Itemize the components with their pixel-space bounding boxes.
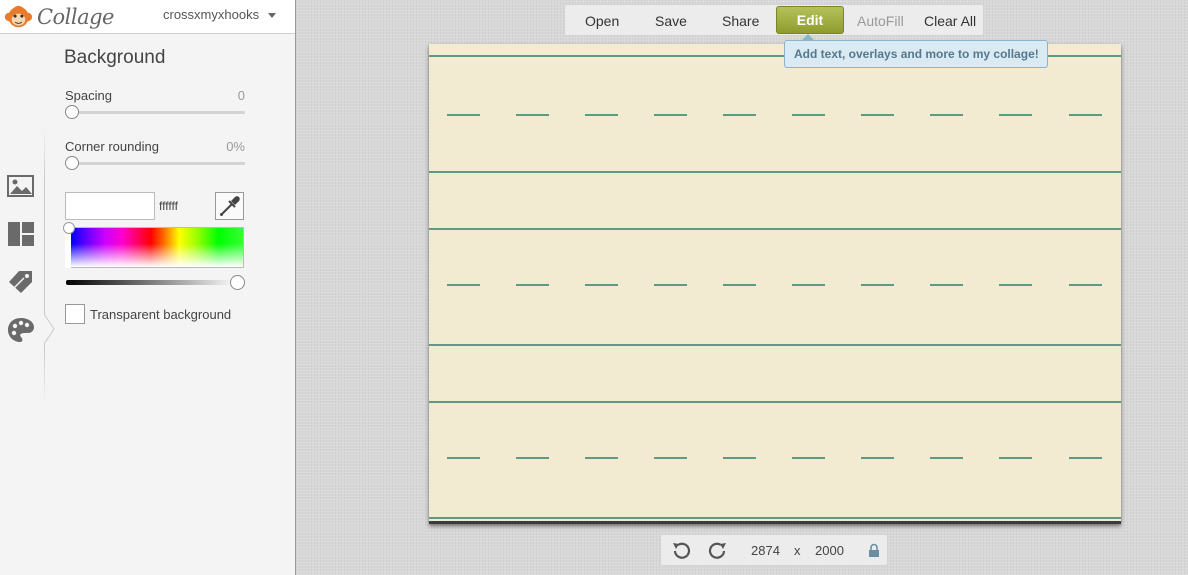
dashed-guide-segment [1069, 114, 1102, 116]
transparent-background-label: Transparent background [90, 307, 232, 322]
dashed-guide-segment [723, 114, 756, 116]
save-button[interactable]: Save [655, 13, 687, 29]
clear-all-button[interactable]: Clear All [924, 13, 976, 29]
dashed-guide-segment [1069, 457, 1102, 459]
dashed-guide-segment [930, 284, 963, 286]
corner-rounding-slider-knob[interactable] [65, 156, 79, 170]
sidebar: Collage crossxmyxhooks Background Spacin… [0, 0, 296, 575]
rule-line [429, 401, 1121, 403]
username-menu[interactable]: crossxmyxhooks [163, 7, 259, 22]
spacing-slider-knob[interactable] [65, 105, 79, 119]
edit-button[interactable]: Edit [776, 6, 844, 34]
tag-icon[interactable] [6, 268, 36, 296]
rail-divider [44, 126, 45, 404]
dashed-guide-segment [792, 457, 825, 459]
spacing-value: 0 [237, 88, 245, 103]
panel-title: Background [64, 47, 166, 68]
corner-rounding-value: 0% [226, 139, 245, 154]
edit-tooltip: Add text, overlays and more to my collag… [784, 40, 1048, 68]
top-bar: Collage crossxmyxhooks [0, 0, 295, 34]
dashed-guide-segment [1069, 284, 1102, 286]
rule-line [429, 171, 1121, 173]
dashed-guide-segment [585, 457, 618, 459]
active-tab-pointer [44, 314, 55, 344]
dimension-separator: x [794, 543, 801, 558]
rule-line [429, 517, 1121, 519]
dashed-guide-segment [585, 284, 618, 286]
dashed-guide-segment [930, 457, 963, 459]
rotate-right-icon[interactable] [707, 540, 729, 562]
canvas-size-bar: 2874 x 2000 [660, 534, 888, 566]
dashed-guide-segment [516, 284, 549, 286]
rule-line [429, 344, 1121, 346]
dashed-guide-segment [792, 284, 825, 286]
monkey-logo-icon [4, 5, 33, 28]
spectrum-picker-knob[interactable] [63, 222, 75, 234]
dashed-guide-segment [861, 457, 894, 459]
open-button[interactable]: Open [585, 13, 619, 29]
dashed-guide-segment [654, 457, 687, 459]
dashed-guide-segment [999, 114, 1032, 116]
tool-rail [0, 120, 44, 410]
brightness-slider-track[interactable] [66, 280, 240, 285]
spacing-label: Spacing [65, 88, 112, 103]
dashed-guide-segment [723, 284, 756, 286]
dashed-guide-segment [447, 114, 480, 116]
corner-rounding-label: Corner rounding [65, 139, 159, 154]
image-icon[interactable] [6, 172, 36, 200]
canvas-width-value[interactable]: 2874 [751, 543, 780, 558]
dashed-guide-segment [999, 284, 1032, 286]
dashed-guide-segment [999, 457, 1032, 459]
autofill-button[interactable]: AutoFill [857, 13, 904, 29]
lock-icon[interactable] [868, 543, 880, 558]
share-button[interactable]: Share [722, 13, 759, 29]
brightness-slider-knob[interactable] [230, 275, 245, 290]
app-logo[interactable]: Collage [4, 2, 115, 32]
dashed-guide-segment [516, 457, 549, 459]
dashed-guide-segment [861, 284, 894, 286]
dashed-guide-segment [723, 457, 756, 459]
dashed-guide-segment [447, 284, 480, 286]
corner-rounding-slider-track[interactable] [66, 162, 245, 165]
palette-icon[interactable] [6, 316, 36, 344]
dashed-guide-segment [930, 114, 963, 116]
rotate-left-icon[interactable] [670, 540, 692, 562]
rule-line [429, 228, 1121, 230]
dashed-guide-segment [447, 457, 480, 459]
chevron-down-icon[interactable] [268, 13, 276, 18]
dashed-guide-segment [516, 114, 549, 116]
layout-icon[interactable] [6, 220, 36, 248]
transparent-background-checkbox[interactable] [65, 304, 85, 324]
hex-value[interactable]: ffffff [159, 199, 178, 213]
dashed-guide-segment [861, 114, 894, 116]
canvas-height-value[interactable]: 2000 [815, 543, 844, 558]
dashed-guide-segment [792, 114, 825, 116]
spacing-slider-track[interactable] [66, 111, 245, 114]
logo-text: Collage [36, 5, 115, 29]
eyedropper-button[interactable] [215, 192, 244, 220]
collage-canvas[interactable] [429, 44, 1121, 524]
color-spectrum[interactable] [65, 227, 244, 268]
eyedropper-icon [220, 196, 240, 216]
dashed-guide-segment [654, 284, 687, 286]
dashed-guide-segment [585, 114, 618, 116]
main-toolbar [564, 4, 984, 36]
color-swatch-input[interactable] [65, 192, 155, 220]
dashed-guide-segment [654, 114, 687, 116]
